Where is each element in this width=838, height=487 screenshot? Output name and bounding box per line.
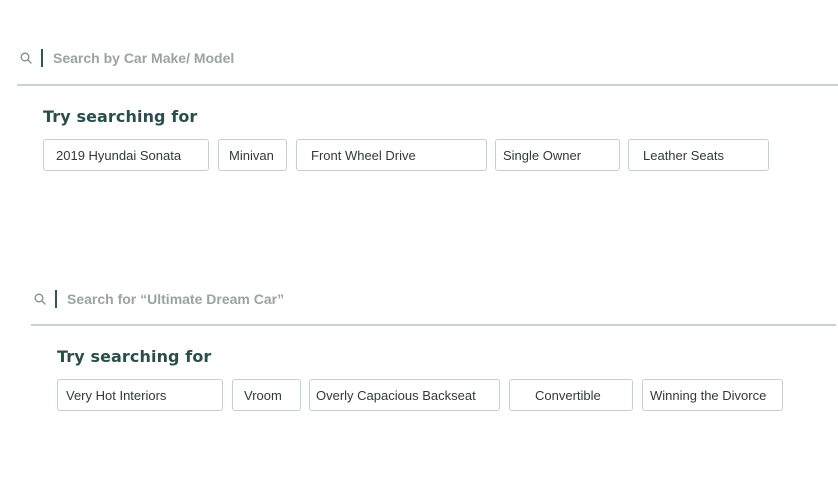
text-cursor: [55, 290, 57, 308]
search-block-dream-car: Try searching for Very Hot Interiors Vro…: [0, 240, 838, 440]
search-block-car-make: Try searching for 2019 Hyundai Sonata Mi…: [0, 0, 838, 200]
search-input[interactable]: [67, 291, 587, 307]
suggestions-heading: Try searching for: [57, 347, 212, 366]
search-bar[interactable]: [34, 289, 587, 309]
suggestion-chip[interactable]: Overly Capacious Backseat: [309, 379, 500, 411]
suggestion-chip[interactable]: Minivan: [218, 139, 287, 171]
suggestion-chip[interactable]: Convertible: [509, 379, 633, 411]
suggestion-chip[interactable]: Leather Seats: [628, 139, 769, 171]
search-icon: [34, 293, 46, 305]
suggestion-chip[interactable]: Front Wheel Drive: [296, 139, 487, 171]
search-icon: [20, 52, 32, 64]
search-underline: [17, 84, 838, 86]
suggestion-chip[interactable]: Vroom: [232, 379, 301, 411]
suggestion-chip[interactable]: Single Owner: [495, 139, 620, 171]
suggestions-heading: Try searching for: [43, 107, 198, 126]
text-cursor: [41, 49, 43, 67]
suggestion-chip[interactable]: Very Hot Interiors: [57, 379, 223, 411]
search-bar[interactable]: [20, 48, 573, 68]
suggestion-chip[interactable]: Winning the Divorce: [642, 379, 783, 411]
suggestion-chip[interactable]: 2019 Hyundai Sonata: [43, 139, 209, 171]
search-input[interactable]: [53, 50, 573, 66]
search-underline: [31, 324, 836, 326]
